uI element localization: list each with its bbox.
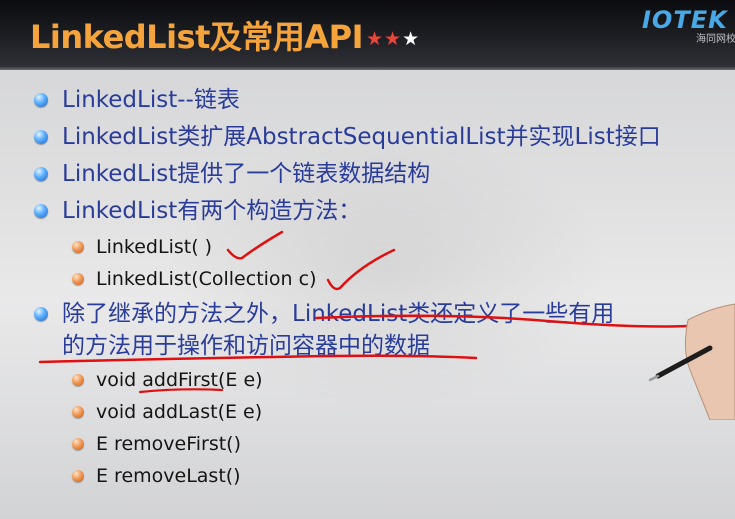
sub-bullet-icon: [72, 273, 84, 285]
star-filled-icon: ★★: [366, 28, 403, 50]
star-empty-icon: ★: [402, 28, 421, 50]
bullet-icon: [34, 130, 48, 144]
method-remove-first: E removeFirst(): [96, 433, 242, 455]
difficulty-rating: ★★★: [366, 28, 420, 50]
slide-title: LinkedList及常用API: [30, 18, 364, 56]
sub-bullet-icon: [72, 438, 84, 450]
slide: LinkedList及常用API ★★★ IOTEK 海同网校 LinkedLi…: [0, 0, 735, 519]
hand-pen-illustration: [648, 303, 735, 420]
bullet-icon: [34, 167, 48, 181]
methods-intro-line1: 除了继承的方法之外，LinkedList类还定义了一些有用: [62, 301, 615, 327]
bullet-icon: [34, 307, 48, 321]
sub-bullet-icon: [72, 470, 84, 482]
bullet-linkedlist-constructors: LinkedList有两个构造方法：: [62, 198, 362, 224]
methods-intro-line2: 的方法用于操作和访问容器中的数据: [62, 333, 430, 359]
title-bar-divider: [0, 66, 735, 70]
bullet-linkedlist-structure: LinkedList提供了一个链表数据结构: [62, 161, 431, 187]
bullet-icon: [34, 204, 48, 218]
bullet-linkedlist-extends: LinkedList类扩展AbstractSequentialList并实现Li…: [62, 124, 661, 150]
bullet-icon: [34, 93, 48, 107]
sub-bullet-icon: [72, 406, 84, 418]
constructor-default: LinkedList( ): [96, 236, 213, 258]
method-add-first: void addFirst(E e): [96, 369, 263, 391]
brand-logo: IOTEK 海同网校: [636, 4, 735, 45]
logo-subtitle: 海同网校: [696, 34, 735, 45]
bullet-linkedlist-intro: LinkedList--链表: [62, 87, 240, 113]
method-add-last: void addLast(E e): [96, 401, 263, 423]
sub-bullet-icon: [72, 374, 84, 386]
constructor-collection: LinkedList(Collection c): [96, 268, 317, 290]
method-remove-last: E removeLast(): [96, 465, 241, 487]
sub-bullet-icon: [72, 241, 84, 253]
